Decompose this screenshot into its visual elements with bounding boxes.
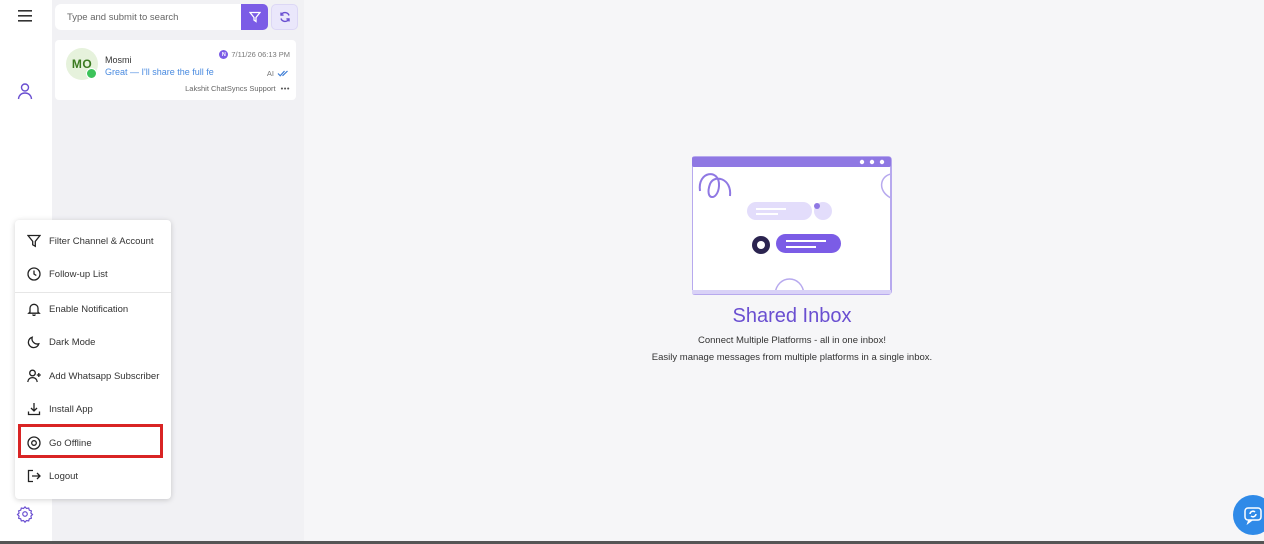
- ai-label: AI: [266, 69, 274, 78]
- menu-item-install-app[interactable]: Install App: [15, 393, 171, 425]
- contact-name: Mosmi: [105, 55, 132, 65]
- timestamp: 7/11/26 06:13 PM: [231, 50, 290, 59]
- logout-icon: [26, 468, 42, 484]
- menu-item-label: Enable Notification: [49, 303, 129, 315]
- menu-item-label: Filter Channel & Account: [49, 235, 154, 247]
- contacts-user-icon[interactable]: [14, 80, 36, 102]
- empty-state-title: Shared Inbox: [732, 305, 852, 327]
- user-plus-icon: [26, 368, 42, 384]
- chat-icon: [1244, 507, 1262, 525]
- menu-item-label: Install App: [49, 403, 93, 415]
- ai-status: AI: [267, 69, 290, 78]
- menu-item-label: Add Whatsapp Subscriber: [49, 370, 160, 382]
- download-icon: [26, 401, 42, 417]
- menu-item-label: Follow-up List: [49, 268, 108, 280]
- main-content: Shared Inbox Connect Multiple Platforms …: [304, 0, 1264, 541]
- search-box: [55, 4, 241, 30]
- assigned-agent: Lakshit ChatSyncs Support •••: [185, 84, 290, 93]
- empty-state-subtitle: Connect Multiple Platforms - all in one …: [698, 335, 886, 346]
- conversation-item[interactable]: MO Mosmi Great — I'll share the full fe …: [55, 40, 296, 100]
- menu-item-label: Dark Mode: [49, 336, 96, 348]
- menu-item-follow-up-list[interactable]: Follow-up List: [15, 258, 171, 290]
- refresh-icon: [279, 11, 290, 23]
- tag-badge: N: [219, 50, 229, 59]
- highlight-annotation: [18, 424, 163, 458]
- filter-button[interactable]: [241, 4, 268, 30]
- more-options-icon[interactable]: •••: [281, 84, 290, 93]
- hamburger-menu-icon[interactable]: [14, 5, 36, 27]
- menu-item-add-whatsapp-subscriber[interactable]: Add Whatsapp Subscriber: [15, 360, 171, 392]
- refresh-button[interactable]: [271, 4, 298, 30]
- filter-icon: [26, 233, 42, 249]
- message-preview: Great — I'll share the full fe: [105, 67, 214, 77]
- menu-item-logout[interactable]: Logout: [15, 460, 171, 492]
- double-check-icon: [277, 70, 288, 77]
- menu-item-enable-notification[interactable]: Enable Notification: [15, 293, 171, 325]
- search-input[interactable]: [67, 11, 241, 23]
- settings-gear-icon[interactable]: [14, 503, 36, 525]
- agent-name: Lakshit ChatSyncs Support: [185, 84, 276, 93]
- menu-item-dark-mode[interactable]: Dark Mode: [15, 326, 171, 358]
- bell-icon: [26, 301, 42, 317]
- filter-icon: [248, 11, 261, 23]
- menu-item-filter-channel-account[interactable]: Filter Channel & Account: [15, 225, 171, 257]
- menu-item-label: Logout: [49, 470, 79, 482]
- clock-icon: [26, 266, 42, 282]
- moon-icon: [26, 334, 42, 350]
- message-time: N 7/11/26 06:13 PM: [219, 50, 290, 59]
- whatsapp-channel-icon: [86, 68, 97, 79]
- shared-inbox-illustration: [692, 156, 892, 295]
- empty-state-description: Easily manage messages from multiple pla…: [651, 352, 933, 363]
